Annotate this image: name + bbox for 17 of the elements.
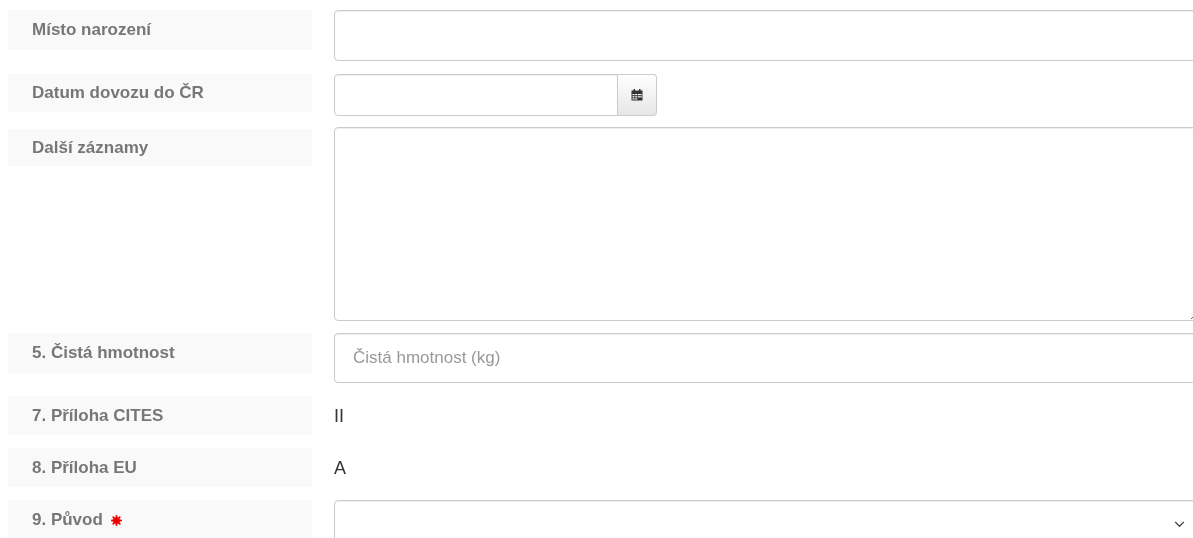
calendar-icon [631,89,644,101]
text-field[interactable]: Čistá hmotnost (kg) [334,333,1193,383]
field-label: 8. Příloha EU [8,448,312,487]
calendar-button[interactable] [618,74,657,116]
text-field[interactable] [334,10,1193,61]
field-label: 7. Příloha CITES [8,396,312,435]
field-label: 5. Čistá hmotnost [8,333,312,373]
select-field[interactable] [334,500,1193,538]
field-value: II [334,405,344,427]
text-area[interactable] [334,127,1193,321]
field-label: Místo narození [8,10,312,50]
field-label: Další záznamy [8,129,312,166]
date-field[interactable] [334,74,619,116]
field-value: A [334,457,346,479]
field-label: Datum dovozu do ČR [8,74,312,112]
chevron-down-icon [1174,521,1185,528]
field-label: 9. Původ [8,500,312,538]
